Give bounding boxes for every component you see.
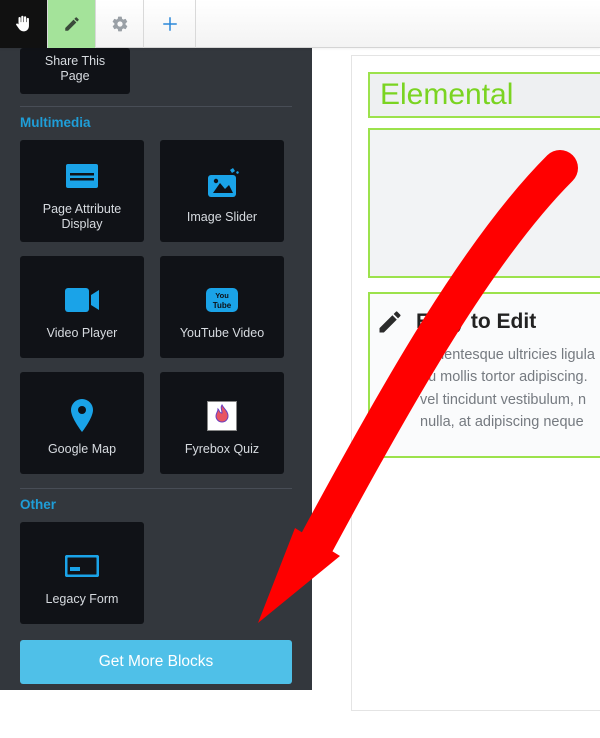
page-settings-button[interactable] bbox=[96, 0, 144, 48]
get-more-blocks-button[interactable]: Get More Blocks bbox=[20, 640, 292, 684]
pencil-icon bbox=[63, 15, 81, 33]
section-divider bbox=[20, 106, 292, 107]
pencil-icon bbox=[376, 308, 404, 336]
block-tile-page-attribute-display[interactable]: Page Attribute Display bbox=[20, 140, 144, 242]
section-divider bbox=[20, 488, 292, 489]
map-pin-icon bbox=[70, 390, 94, 442]
card-list-icon bbox=[65, 150, 99, 202]
plus-icon bbox=[161, 15, 179, 33]
block-tile-video-player[interactable]: Video Player bbox=[20, 256, 144, 358]
add-content-button[interactable] bbox=[144, 0, 196, 48]
svg-text:Tube: Tube bbox=[213, 301, 232, 310]
block-tile-image-slider[interactable]: Image Slider bbox=[160, 140, 284, 242]
block-tile-fyrebox-quiz[interactable]: Fyrebox Quiz bbox=[160, 372, 284, 474]
svg-text:You: You bbox=[215, 291, 229, 300]
edit-mode-button[interactable] bbox=[48, 0, 96, 48]
tile-label: YouTube Video bbox=[174, 326, 270, 341]
youtube-icon: YouTube bbox=[205, 274, 239, 326]
section-title-other: Other bbox=[20, 497, 296, 512]
site-title: Elemental bbox=[380, 78, 600, 112]
tile-label-line1: Share This bbox=[45, 54, 105, 68]
tile-label: Image Slider bbox=[181, 210, 263, 225]
editable-area-header[interactable]: Elemental bbox=[370, 74, 600, 116]
tile-label: Video Player bbox=[41, 326, 124, 341]
gear-icon bbox=[111, 15, 129, 33]
tile-label: Fyrebox Quiz bbox=[179, 442, 265, 457]
feature-body-text: Pellentesque ultricies ligula eu mollis … bbox=[376, 344, 600, 434]
form-icon bbox=[65, 540, 99, 592]
video-icon bbox=[64, 274, 100, 326]
slider-icon bbox=[202, 158, 242, 210]
fyrebox-icon bbox=[207, 390, 237, 442]
tile-label: Google Map bbox=[42, 442, 122, 457]
tile-label: Legacy Form bbox=[40, 592, 125, 607]
page-preview: Elemental Easy to Edit Pellentesque ultr… bbox=[352, 56, 600, 710]
block-tile-youtube-video[interactable]: YouTube YouTube Video bbox=[160, 256, 284, 358]
tile-label: Page Attribute Display bbox=[20, 202, 144, 232]
app-logo-button[interactable] bbox=[0, 0, 48, 48]
tile-label-line2: Page bbox=[60, 69, 89, 83]
top-toolbar bbox=[0, 0, 600, 48]
editable-area-hero[interactable] bbox=[370, 130, 600, 276]
feature-heading: Easy to Edit bbox=[416, 310, 536, 334]
hand-logo-icon bbox=[13, 13, 35, 35]
block-tile-google-map[interactable]: Google Map bbox=[20, 372, 144, 474]
editable-area-feature[interactable]: Easy to Edit Pellentesque ultricies ligu… bbox=[370, 294, 600, 456]
block-tile-legacy-form[interactable]: Legacy Form bbox=[20, 522, 144, 624]
block-tile-share-this-page[interactable]: Share This Page bbox=[20, 48, 130, 94]
add-block-panel: Share This Page Multimedia Page Attribut… bbox=[0, 48, 312, 690]
section-title-multimedia: Multimedia bbox=[20, 115, 296, 130]
